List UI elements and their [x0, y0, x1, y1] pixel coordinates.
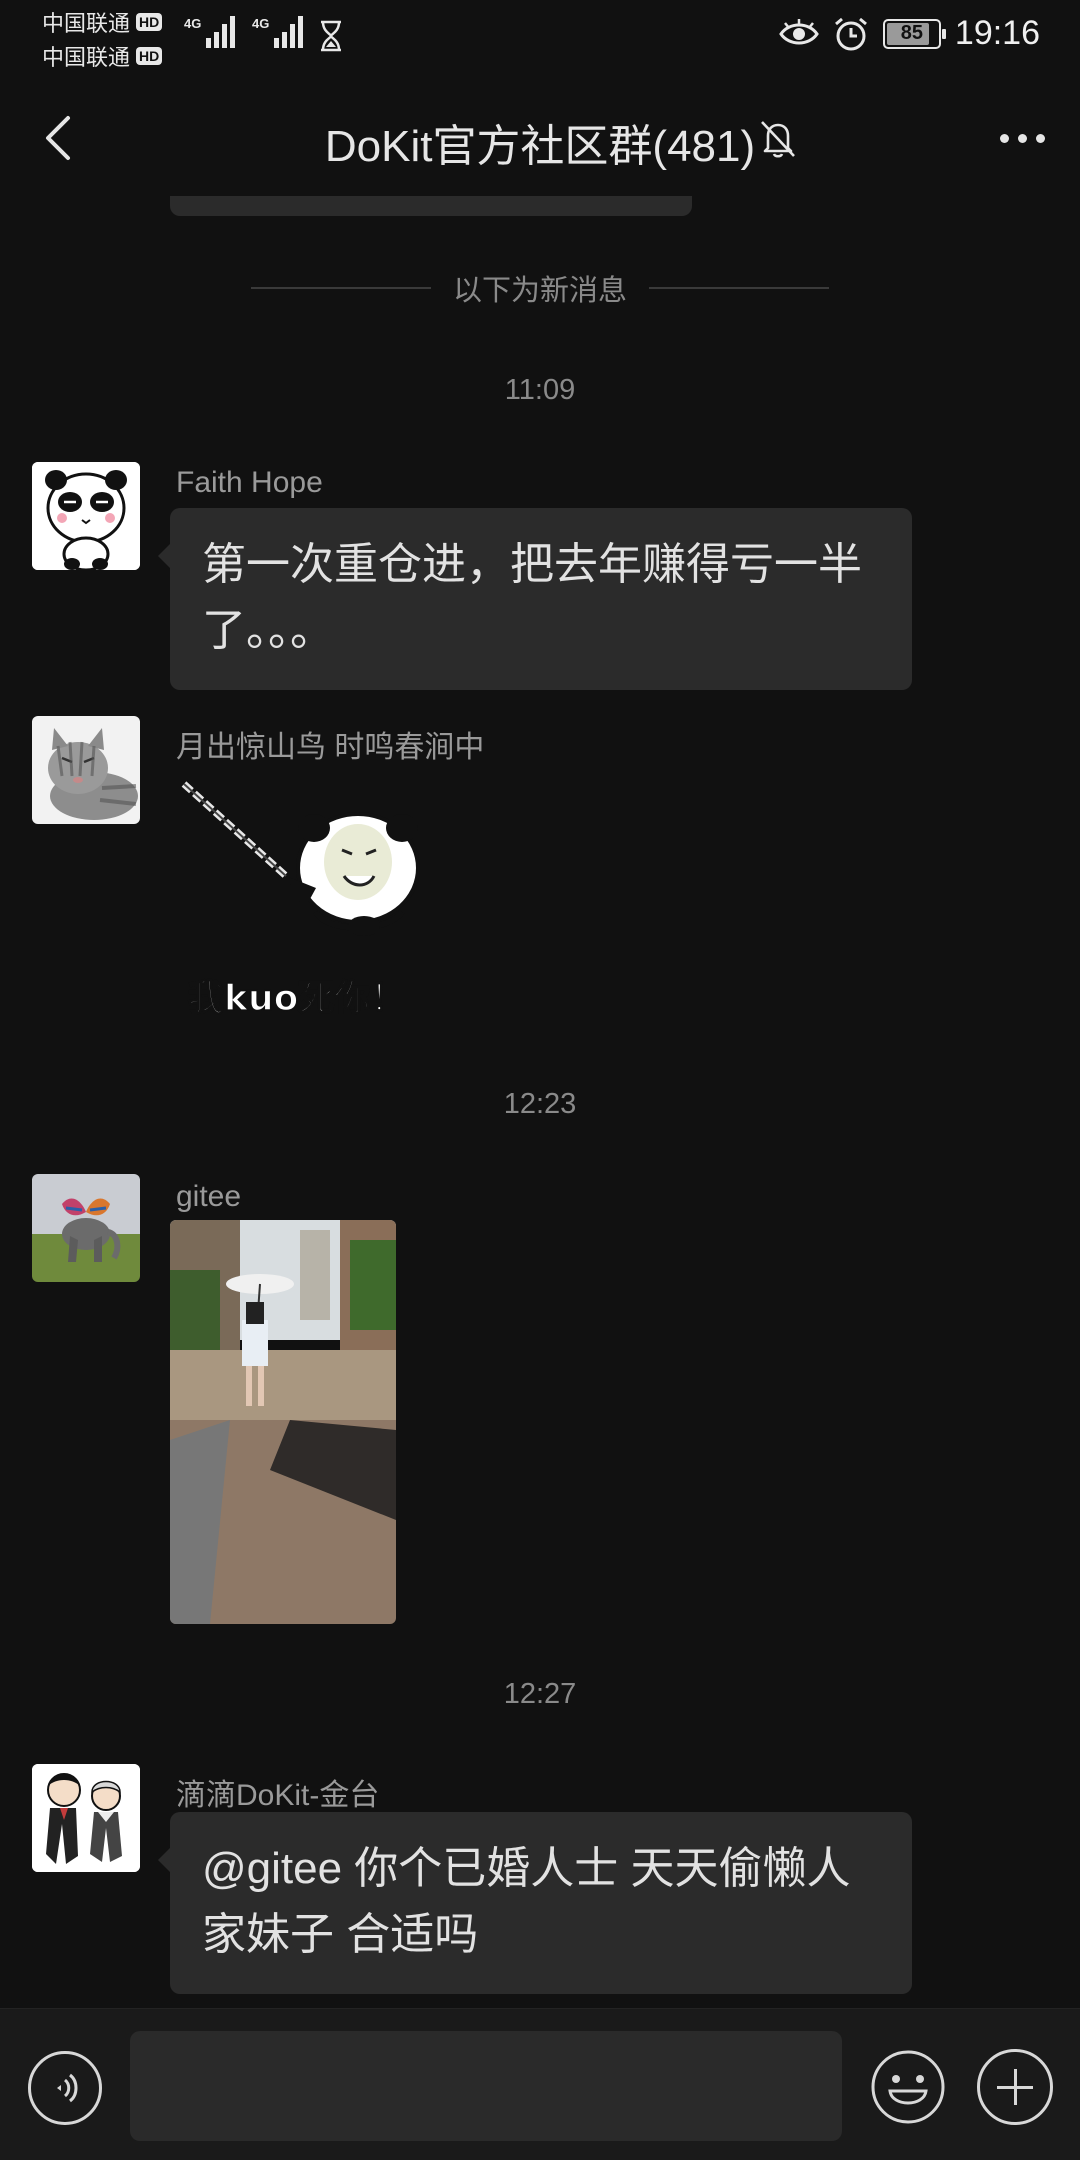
elephant-avatar-icon: [32, 1174, 140, 1282]
carrier-1: 中国联通 HD: [42, 6, 163, 38]
more-button[interactable]: [990, 110, 1054, 166]
chat-screen: 中国联通 HD 中国联通 HD 4G 4G 85 19:16 DoKit官方社区…: [0, 0, 1080, 2160]
hd-badge: HD: [136, 13, 163, 31]
title-bar: DoKit官方社区群(481): [0, 70, 1080, 206]
input-bar: [0, 2008, 1080, 2160]
timestamp: 12:23: [503, 1088, 577, 1120]
network-type: 4G: [184, 16, 202, 31]
plus-button[interactable]: [977, 2049, 1053, 2125]
network-type: 4G: [252, 16, 270, 31]
message-bubble[interactable]: @gitee 你个已婚人士 天天偷懒人 家妹子 合适吗: [158, 1812, 912, 1994]
message-item: Faith Hope 第一次重仓进，把去年赚得亏一半 了。。。: [0, 460, 1080, 690]
hourglass-icon: [321, 20, 341, 52]
sender-name: gitee: [176, 1180, 242, 1213]
carrier-2-label: 中国联通: [42, 45, 131, 70]
avatar-gitee[interactable]: [32, 1174, 140, 1282]
chat-title: DoKit官方社区群(481): [324, 122, 756, 171]
timestamp: 11:09: [504, 374, 576, 406]
voice-button[interactable]: [28, 2051, 102, 2125]
new-messages-divider: 以下为新消息: [0, 268, 1080, 308]
voice-icon: [57, 2073, 78, 2103]
message-item: gitee: [0, 1174, 1080, 1630]
status-right: 85 19:16: [779, 14, 1040, 53]
sticker-caption: 我kuo死你！: [188, 978, 406, 1019]
avatar-cat[interactable]: [32, 716, 140, 824]
message-text-line: @gitee 你个已婚人士 天天偷懒人: [202, 1844, 851, 1893]
sender-name: 滴滴DoKit-金台: [176, 1779, 380, 1812]
message-item: 滴滴DoKit-金台 @gitee 你个已婚人士 天天偷懒人 家妹子 合适吗: [0, 1764, 1080, 1994]
hd-badge: HD: [136, 47, 163, 65]
message-text-line: 第一次重仓进，把去年赚得亏一半: [202, 540, 862, 589]
sender-name: 月出惊山鸟 时鸣春涧中: [176, 731, 485, 764]
sticker-image[interactable]: 我kuo死你！: [176, 776, 436, 1026]
message-bubble[interactable]: 第一次重仓进，把去年赚得亏一半 了。。。: [158, 508, 912, 690]
eye-icon: [779, 18, 819, 44]
message-text-line: 家妹子 合适吗: [202, 1910, 479, 1959]
alarm-icon: [834, 17, 867, 50]
panda-avatar-icon: [32, 462, 140, 570]
avatar-faith-hope[interactable]: [32, 462, 140, 570]
sender-name: Faith Hope: [176, 466, 323, 499]
previous-message-bubble: [170, 196, 692, 216]
image-message[interactable]: [170, 1220, 396, 1624]
signal-icon: 4G: [252, 16, 304, 48]
message-item: 月出惊山鸟 时鸣春涧中 我kuo死你！: [0, 716, 1080, 1020]
avatar-didi-dokit[interactable]: [32, 1764, 140, 1872]
panda-meme-sticker-icon: 我kuo死你！: [181, 781, 420, 1020]
status-time: 19:16: [954, 14, 1040, 52]
battery-icon: 85: [882, 18, 946, 49]
battery-level: 85: [900, 22, 924, 44]
carrier-1-label: 中国联通: [42, 11, 131, 36]
message-input[interactable]: [130, 2031, 842, 2141]
status-bar: 中国联通 HD 中国联通 HD 4G 4G 85 19:16: [0, 0, 1080, 70]
mute-bell-icon: [761, 121, 795, 158]
message-text-line: 了。。。: [202, 606, 334, 655]
cat-avatar-icon: [32, 716, 140, 824]
cartoon-duo-avatar-icon: [32, 1764, 140, 1872]
new-messages-label: 以下为新消息: [452, 275, 627, 307]
timestamp: 12:27: [503, 1678, 577, 1710]
carrier-2: 中国联通 HD: [42, 40, 163, 72]
signal-icon: 4G: [184, 16, 236, 48]
photo-thumbnail: [170, 1220, 396, 1624]
emoji-icon[interactable]: [870, 2049, 946, 2125]
